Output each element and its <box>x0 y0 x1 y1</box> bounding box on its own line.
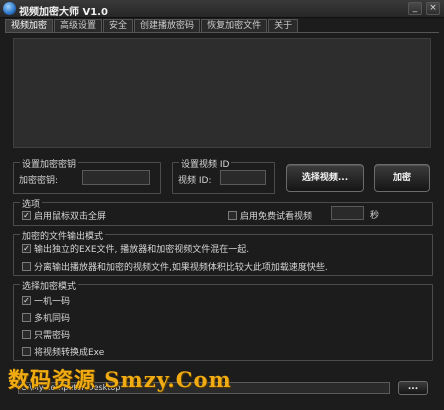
mode-multi-machine-same-code[interactable]: 多机同码 <box>22 311 70 324</box>
tab-security[interactable]: 安全 <box>103 19 134 33</box>
free-trial-option[interactable]: 启用免费试看视频 <box>228 209 312 222</box>
tab-bar: 视频加密 高级设置 安全 创建播放密码 恢复加密文件 关于 <box>5 19 299 33</box>
window-title: 视频加密大师 V1.0 <box>19 7 108 18</box>
app-logo-icon <box>3 2 16 15</box>
output-mode-separate-checkbox[interactable] <box>22 262 31 271</box>
select-video-button[interactable]: 选择视频... <box>286 164 364 192</box>
output-mode-separate-label: 分离输出播放器和加密的视频文件,如果视频体积比较大此项加载速度快些. <box>34 263 328 273</box>
site-watermark: 数码资源 Smzy.Com <box>8 367 232 392</box>
output-mode-exe-checkbox[interactable]: ✓ <box>22 244 31 253</box>
encryption-key-input[interactable] <box>82 170 150 185</box>
encryption-key-legend: 设置加密密钥 <box>20 157 79 170</box>
output-mode-exe-option[interactable]: ✓ 输出独立的EXE文件, 播放器和加密视频文件混在一起. <box>22 242 249 255</box>
video-id-input[interactable] <box>220 170 266 185</box>
tab-advanced-settings[interactable]: 高级设置 <box>54 19 103 33</box>
trial-seconds-input[interactable] <box>331 206 364 220</box>
mode-password-only[interactable]: 只需密码 <box>22 328 70 341</box>
seconds-unit-label: 秒 <box>370 211 380 221</box>
encrypt-mode-legend: 选择加密模式 <box>20 279 79 292</box>
free-trial-label: 启用免费试看视频 <box>240 212 313 222</box>
mode-multi-machine-same-code-label: 多机同码 <box>34 314 71 324</box>
mode-one-machine-one-code[interactable]: ✓ 一机一码 <box>22 294 70 307</box>
mode-multi-machine-same-code-checkbox[interactable] <box>22 313 31 322</box>
minimize-button[interactable]: _ <box>408 2 422 15</box>
mode-convert-to-exe-checkbox[interactable] <box>22 347 31 356</box>
mode-one-machine-one-code-checkbox[interactable]: ✓ <box>22 296 31 305</box>
fullscreen-checkbox[interactable]: ✓ <box>22 211 31 220</box>
mode-convert-to-exe[interactable]: 将视频转换成Exe <box>22 345 104 358</box>
close-button[interactable]: × <box>426 2 440 15</box>
tab-video-encrypt[interactable]: 视频加密 <box>5 19 54 33</box>
free-trial-checkbox[interactable] <box>228 211 237 220</box>
output-mode-exe-label: 输出独立的EXE文件, 播放器和加密视频文件混在一起. <box>34 245 250 255</box>
fullscreen-option[interactable]: ✓ 启用鼠标双击全屏 <box>22 209 106 222</box>
tab-divider <box>5 32 439 33</box>
mode-password-only-label: 只需密码 <box>34 331 71 341</box>
fullscreen-label: 启用鼠标双击全屏 <box>34 212 107 222</box>
tab-create-play-password[interactable]: 创建播放密码 <box>134 19 201 33</box>
video-id-legend: 设置视频 ID <box>179 157 232 170</box>
browse-button[interactable]: ... <box>398 381 428 395</box>
output-mode-separate-option[interactable]: 分离输出播放器和加密的视频文件,如果视频体积比较大此项加载速度快些. <box>22 260 328 273</box>
title-bar: 视频加密大师 V1.0 _ × <box>0 0 444 18</box>
video-id-label: 视频 ID: <box>178 176 212 186</box>
mode-one-machine-one-code-label: 一机一码 <box>34 297 71 307</box>
video-preview-area <box>13 38 431 148</box>
tab-restore-encrypted-file[interactable]: 恢复加密文件 <box>201 19 268 33</box>
output-mode-legend: 加密的文件输出模式 <box>20 229 106 242</box>
encryption-key-label: 加密密钥: <box>19 176 59 186</box>
mode-password-only-checkbox[interactable] <box>22 330 31 339</box>
tab-about[interactable]: 关于 <box>268 19 299 33</box>
encrypt-button[interactable]: 加密 <box>374 164 430 192</box>
mode-convert-to-exe-label: 将视频转换成Exe <box>34 348 105 358</box>
